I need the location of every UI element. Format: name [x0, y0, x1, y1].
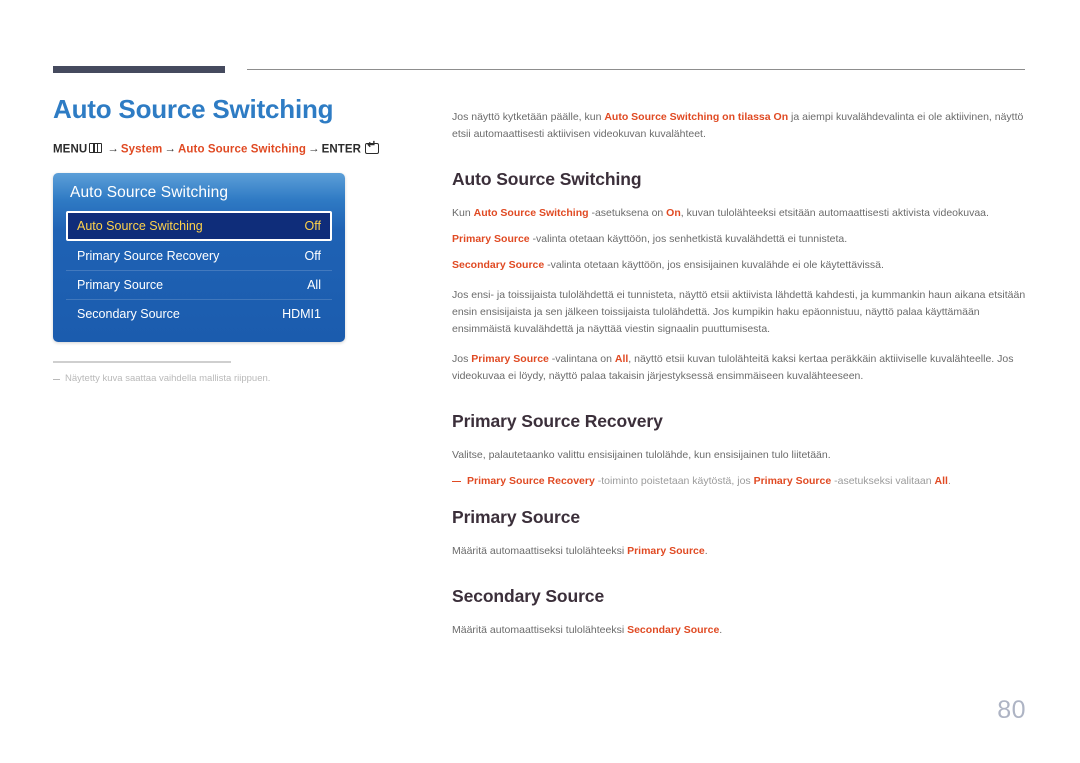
note-dash-icon — [452, 480, 461, 482]
menu-grid-icon — [89, 143, 103, 154]
page-number: 80 — [997, 696, 1026, 724]
osd-row-primary-source-recovery[interactable]: Primary Source Recovery Off — [66, 241, 332, 270]
s1p1-b: Auto Source Switching — [473, 206, 589, 219]
footnote-divider — [53, 361, 231, 364]
section-3-paragraph-1: Määritä automaattiseksi tulolähteeksi Pr… — [452, 543, 1026, 560]
enter-key-icon — [365, 140, 380, 154]
osd-row-label: Secondary Source — [77, 307, 180, 322]
s3p1-b: Primary Source — [627, 544, 705, 557]
section-4-paragraph-1: Määritä automaattiseksi tulolähteeksi Se… — [452, 622, 1026, 639]
section-2-paragraph-1: Valitse, palautetaanko valittu ensisijai… — [452, 448, 831, 461]
s1p1-d: On — [666, 206, 681, 219]
s2note-a: Primary Source Recovery — [467, 474, 595, 487]
footnote: Näytetty kuva saattaa vaihdella mallista… — [53, 372, 425, 385]
s4p1-c: . — [719, 623, 723, 636]
s3p1-c: . — [704, 544, 708, 557]
s2note-b: -toiminto poistetaan käytöstä, jos — [594, 474, 754, 487]
osd-panel-title: Auto Source Switching — [70, 184, 229, 202]
s2note-c: Primary Source — [753, 474, 832, 487]
s1p3-a: Secondary Source — [452, 258, 545, 271]
osd-menu-panel: Auto Source Switching Auto Source Switch… — [53, 173, 345, 343]
osd-row-label: Primary Source — [77, 278, 164, 293]
section-heading-auto-source-switching: Auto Source Switching — [452, 168, 642, 189]
s1p2-a: Primary Source — [452, 232, 530, 245]
section-heading-primary-source-recovery: Primary Source Recovery — [452, 410, 663, 431]
breadcrumb-arrow-3: → — [307, 143, 320, 156]
osd-row-value: All — [307, 278, 321, 293]
intro-accent: Auto Source Switching on tilassa On — [604, 110, 789, 123]
footnote-dash-icon — [53, 379, 60, 381]
page-title: Auto Source Switching — [53, 94, 334, 124]
breadcrumb: MENU → System → Auto Source Switching → ENTER — [53, 140, 425, 156]
header-rules — [0, 0, 1080, 80]
osd-row-label: Primary Source Recovery — [77, 248, 220, 263]
s1p5-a: Jos — [452, 352, 472, 365]
osd-row-auto-source-switching[interactable]: Auto Source Switching Off — [66, 211, 332, 242]
s1p2-b: -valinta otetaan käyttöön, jos senhetkis… — [529, 232, 848, 245]
section-1-paragraph-2: Primary Source -valinta otetaan käyttöön… — [452, 231, 1026, 248]
osd-row-value: Off — [304, 248, 321, 263]
intro-part-1: Jos näyttö kytketään päälle, kun — [452, 110, 605, 123]
footnote-text: Näytetty kuva saattaa vaihdella mallista… — [65, 373, 271, 385]
section-1-paragraph-1: Kun Auto Source Switching -asetuksena on… — [452, 205, 1026, 222]
breadcrumb-arrow-1: → — [107, 143, 119, 156]
breadcrumb-item-system[interactable]: System — [121, 143, 163, 155]
header-rule-thin — [247, 69, 1025, 70]
breadcrumb-enter-label: ENTER — [321, 143, 362, 156]
right-column: Jos näyttö kytketään päälle, kun Auto So… — [452, 98, 1026, 648]
s2note-d: -asetukseksi valitaan — [831, 474, 935, 487]
osd-menu-list: Auto Source Switching Off Primary Source… — [53, 211, 345, 328]
s1p3-b: -valinta otetaan käyttöön, jos ensisijai… — [544, 258, 884, 271]
osd-row-value: HDMI1 — [282, 307, 321, 322]
osd-row-primary-source[interactable]: Primary Source All — [66, 270, 332, 299]
s4p1-a: Määritä automaattiseksi tulolähteeksi — [452, 623, 628, 636]
s1p5-b: Primary Source — [471, 352, 549, 365]
s3p1-a: Määritä automaattiseksi tulolähteeksi — [452, 544, 628, 557]
osd-row-value: Off — [304, 219, 321, 234]
s1p1-a: Kun — [452, 206, 474, 219]
breadcrumb-menu-label: MENU — [53, 143, 88, 156]
section-1-paragraph-3: Secondary Source -valinta otetaan käyttö… — [452, 257, 1026, 274]
osd-row-label: Auto Source Switching — [77, 219, 203, 234]
header-rule-thick — [53, 66, 225, 73]
s2note-e: All — [934, 474, 948, 487]
intro-paragraph: Jos näyttö kytketään päälle, kun Auto So… — [452, 109, 1026, 143]
breadcrumb-arrow-2: → — [164, 143, 176, 156]
s1p5-d: All — [614, 352, 629, 365]
osd-row-secondary-source[interactable]: Secondary Source HDMI1 — [66, 299, 332, 328]
s4p1-b: Secondary Source — [627, 623, 720, 636]
section-1-paragraph-5: Jos Primary Source -valintana on All, nä… — [452, 351, 1026, 385]
section-2-note: Primary Source Recovery -toiminto poiste… — [452, 473, 1026, 490]
s2note-f: . — [947, 474, 951, 487]
breadcrumb-item-auto-source-switching[interactable]: Auto Source Switching — [178, 143, 306, 155]
section-heading-primary-source: Primary Source — [452, 506, 580, 527]
s1p5-c: -valintana on — [548, 352, 615, 365]
section-heading-secondary-source: Secondary Source — [452, 585, 605, 606]
s1p1-e: , kuvan tulolähteeksi etsitään automaatt… — [680, 206, 989, 219]
section-2-note-text: Primary Source Recovery -toiminto poiste… — [467, 473, 951, 490]
s1p1-c: -asetuksena on — [588, 206, 667, 219]
left-column: Auto Source Switching MENU → System → Auto S… — [53, 94, 425, 386]
section-1-paragraph-4: Jos ensi- ja toissijaista tulolähdettä e… — [452, 288, 1026, 335]
